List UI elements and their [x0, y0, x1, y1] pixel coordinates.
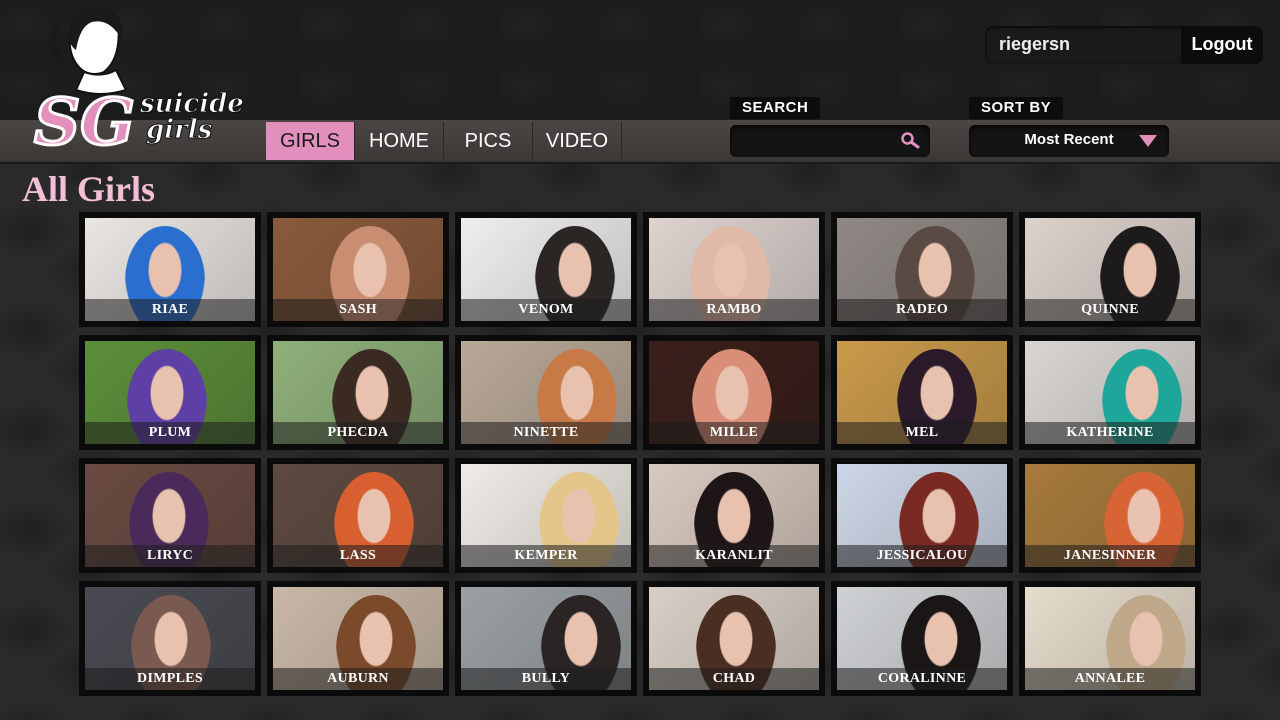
girl-tile[interactable]: PHECDA: [267, 335, 449, 450]
girl-tile[interactable]: JANESINNER: [1019, 458, 1201, 573]
girl-photo: LIRYC: [85, 464, 255, 567]
girl-photo: MILLE: [649, 341, 819, 444]
logout-button[interactable]: Logout: [1181, 26, 1263, 64]
girl-tile[interactable]: KEMPER: [455, 458, 637, 573]
girl-name: KEMPER: [461, 545, 631, 567]
girl-name: VENOM: [461, 299, 631, 321]
girl-name: LASS: [273, 545, 443, 567]
tab-home[interactable]: HOME: [355, 122, 444, 160]
girls-grid: RIAE SASH VENOM RAMBO RADEO QUINNE PLUM PHECDA N…: [79, 212, 1201, 696]
magnifier-icon[interactable]: [900, 131, 920, 151]
girl-name: CHAD: [649, 668, 819, 690]
girl-photo: NINETTE: [461, 341, 631, 444]
girl-photo: MEL: [837, 341, 1007, 444]
search-input[interactable]: [730, 125, 930, 157]
girl-name: KARANLIT: [649, 545, 819, 567]
girl-tile[interactable]: DIMPLES: [79, 581, 261, 696]
girl-photo: KATHERINE: [1025, 341, 1195, 444]
girl-photo: LASS: [273, 464, 443, 567]
girl-photo: KEMPER: [461, 464, 631, 567]
sort-dropdown[interactable]: Most Recent: [969, 125, 1169, 157]
girl-tile[interactable]: CORALINNE: [831, 581, 1013, 696]
girl-photo: RAMBO: [649, 218, 819, 321]
girl-tile[interactable]: MILLE: [643, 335, 825, 450]
tab-video[interactable]: VIDEO: [533, 122, 622, 160]
suicide-girls-logo[interactable]: SG suicide girls: [30, 4, 250, 154]
girl-photo: JESSICALOU: [837, 464, 1007, 567]
girl-name: AUBURN: [273, 668, 443, 690]
girl-photo: PHECDA: [273, 341, 443, 444]
sort-label: SORT BY: [969, 97, 1064, 119]
girl-photo: CHAD: [649, 587, 819, 690]
girl-name: PLUM: [85, 422, 255, 444]
triangle-down-icon[interactable]: [1139, 135, 1157, 147]
girl-photo: SASH: [273, 218, 443, 321]
girl-name: PHECDA: [273, 422, 443, 444]
girl-tile[interactable]: PLUM: [79, 335, 261, 450]
girl-name: MILLE: [649, 422, 819, 444]
girl-name: LIRYC: [85, 545, 255, 567]
girl-name: ANNALEE: [1025, 668, 1195, 690]
user-box: riegersn Logout: [985, 26, 1263, 64]
girl-photo: PLUM: [85, 341, 255, 444]
girl-name: JANESINNER: [1025, 545, 1195, 567]
username: riegersn: [999, 34, 1071, 54]
girl-tile[interactable]: MEL: [831, 335, 1013, 450]
main-nav: GIRLS HOME PICS VIDEO: [266, 122, 622, 160]
girl-name: CORALINNE: [837, 668, 1007, 690]
girl-name: SASH: [273, 299, 443, 321]
girl-photo: DIMPLES: [85, 587, 255, 690]
girl-photo: BULLY: [461, 587, 631, 690]
girl-photo: RIAE: [85, 218, 255, 321]
girl-name: RIAE: [85, 299, 255, 321]
girl-tile[interactable]: JESSICALOU: [831, 458, 1013, 573]
girl-name: QUINNE: [1025, 299, 1195, 321]
girl-tile[interactable]: SASH: [267, 212, 449, 327]
tab-girls[interactable]: GIRLS: [266, 122, 355, 160]
page-title: All Girls: [22, 169, 155, 209]
girl-name: JESSICALOU: [837, 545, 1007, 567]
girl-photo: ANNALEE: [1025, 587, 1195, 690]
girl-name: DIMPLES: [85, 668, 255, 690]
girl-name: MEL: [837, 422, 1007, 444]
girl-photo: RADEO: [837, 218, 1007, 321]
girl-name: RADEO: [837, 299, 1007, 321]
tab-pics[interactable]: PICS: [444, 122, 533, 160]
girl-tile[interactable]: QUINNE: [1019, 212, 1201, 327]
girl-photo: JANESINNER: [1025, 464, 1195, 567]
girl-tile[interactable]: RADEO: [831, 212, 1013, 327]
girl-tile[interactable]: LASS: [267, 458, 449, 573]
girl-photo: AUBURN: [273, 587, 443, 690]
girl-name: BULLY: [461, 668, 631, 690]
svg-text:girls: girls: [146, 115, 213, 145]
girl-name: RAMBO: [649, 299, 819, 321]
girl-tile[interactable]: KARANLIT: [643, 458, 825, 573]
girl-tile[interactable]: BULLY: [455, 581, 637, 696]
girl-name: KATHERINE: [1025, 422, 1195, 444]
girl-tile[interactable]: CHAD: [643, 581, 825, 696]
search-label: SEARCH: [730, 97, 821, 119]
girl-tile[interactable]: NINETTE: [455, 335, 637, 450]
girl-photo: VENOM: [461, 218, 631, 321]
girl-tile[interactable]: KATHERINE: [1019, 335, 1201, 450]
girl-tile[interactable]: ANNALEE: [1019, 581, 1201, 696]
girl-photo: CORALINNE: [837, 587, 1007, 690]
girl-tile[interactable]: AUBURN: [267, 581, 449, 696]
svg-text:SG: SG: [34, 85, 135, 154]
girl-tile[interactable]: VENOM: [455, 212, 637, 327]
girl-tile[interactable]: RIAE: [79, 212, 261, 327]
girl-tile[interactable]: LIRYC: [79, 458, 261, 573]
girl-tile[interactable]: RAMBO: [643, 212, 825, 327]
girl-photo: KARANLIT: [649, 464, 819, 567]
girl-photo: QUINNE: [1025, 218, 1195, 321]
girl-name: NINETTE: [461, 422, 631, 444]
